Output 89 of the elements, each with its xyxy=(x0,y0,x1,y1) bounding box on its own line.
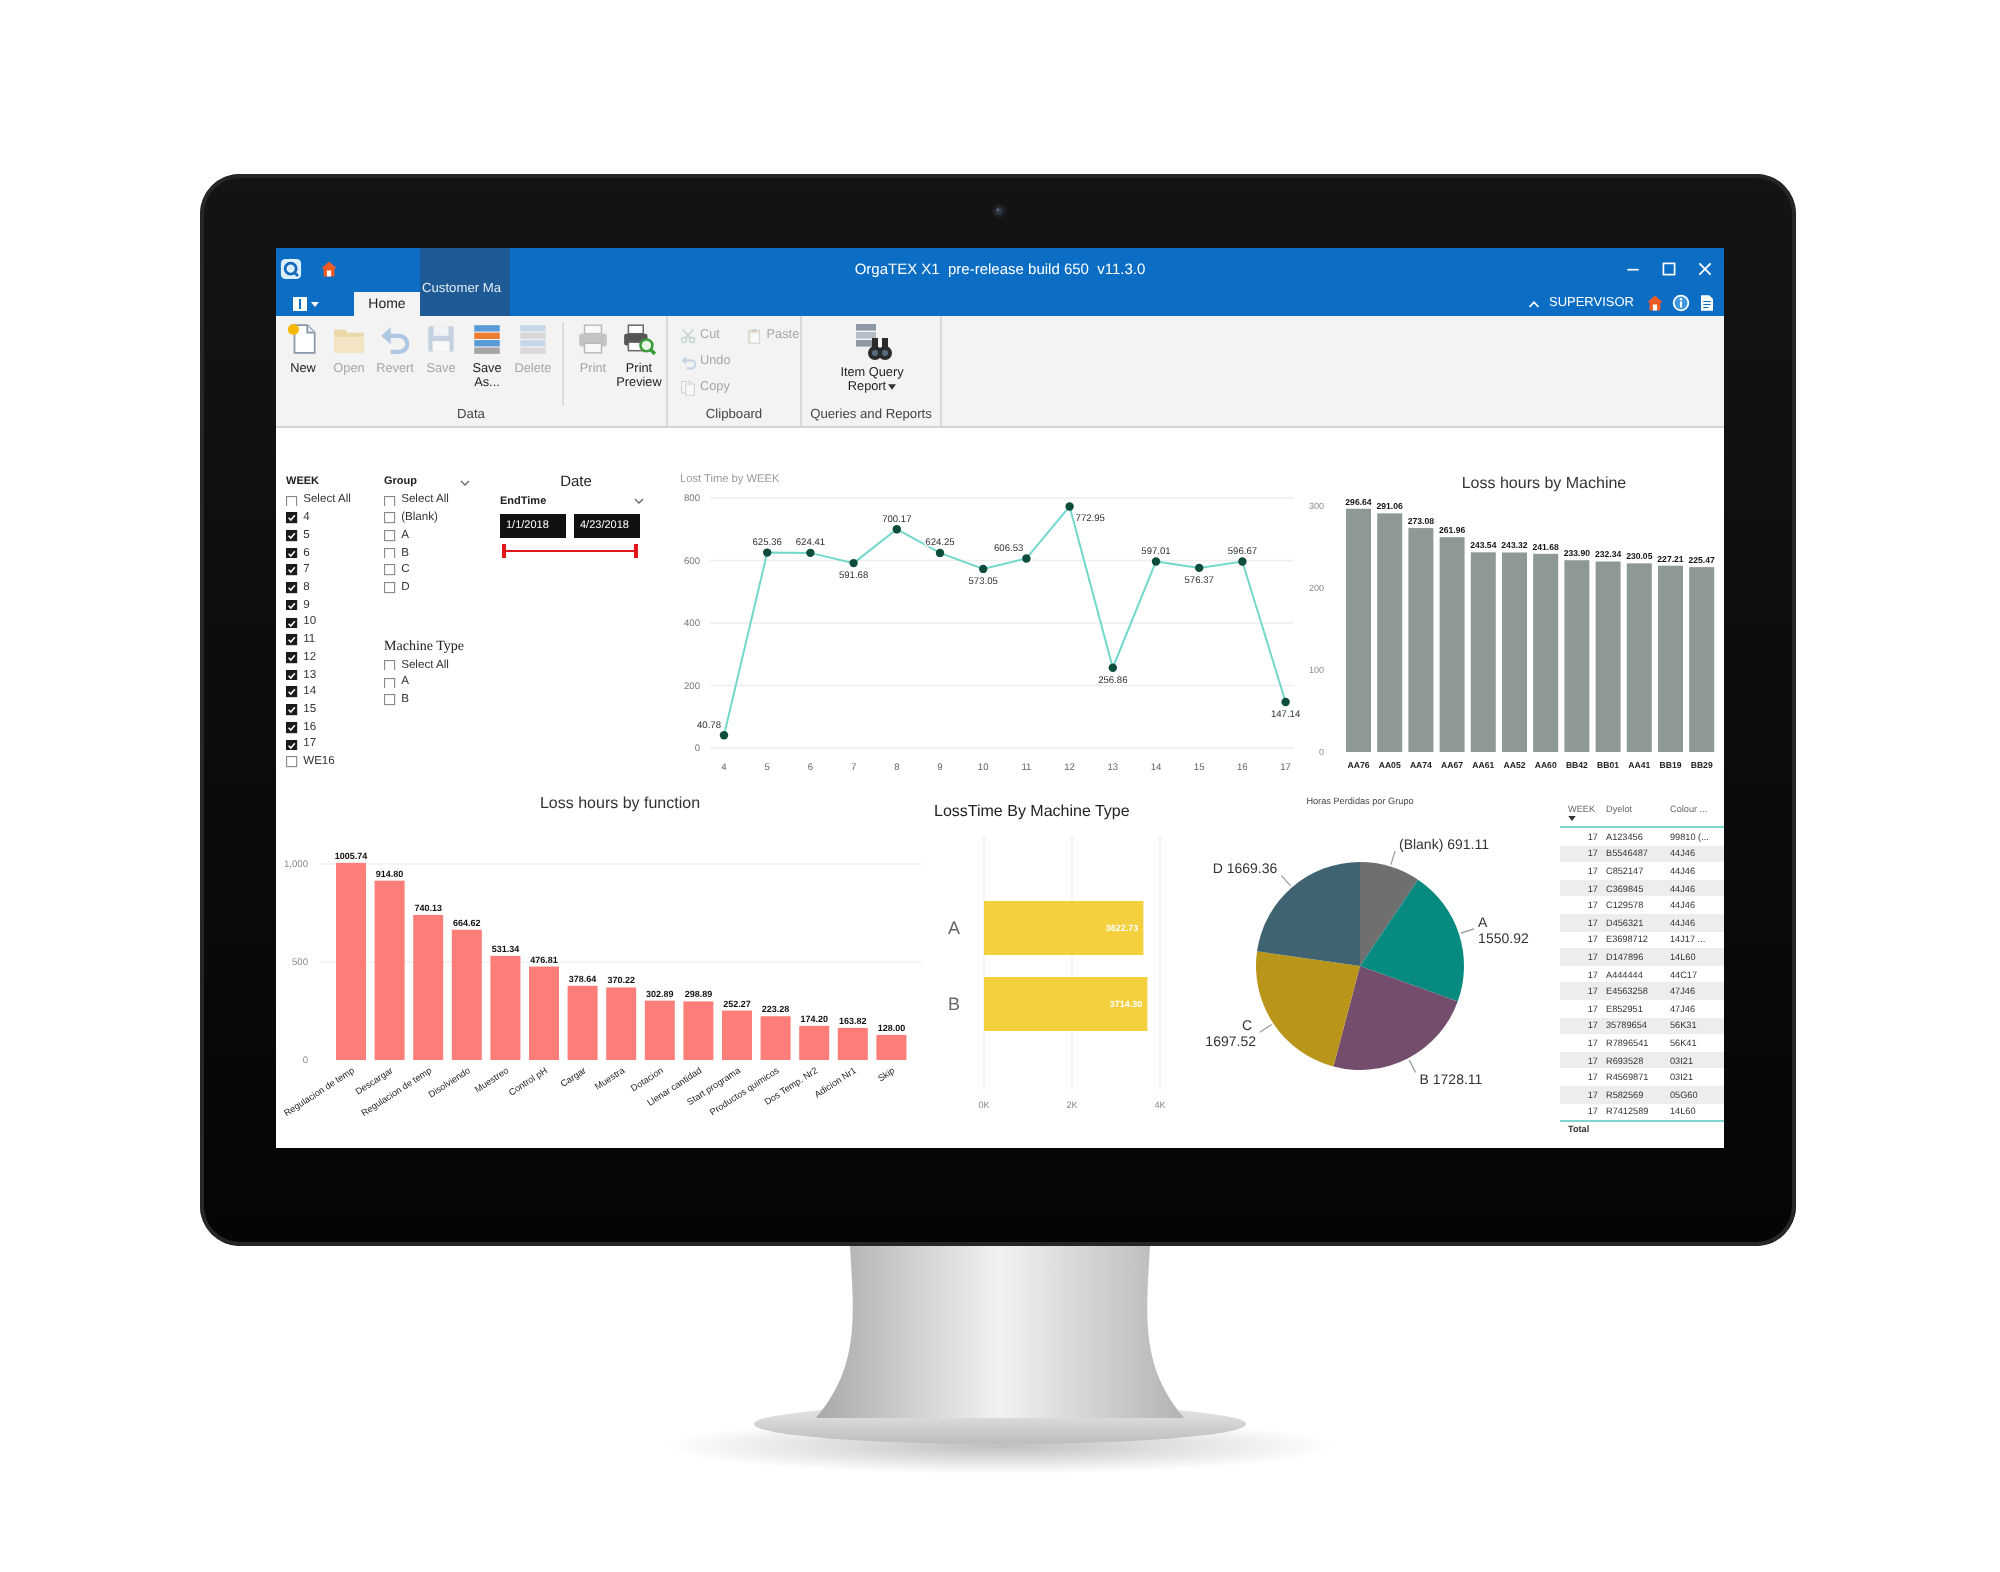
checkbox[interactable] xyxy=(286,634,298,646)
slider-handle[interactable] xyxy=(634,544,638,558)
checkbox[interactable] xyxy=(384,547,396,559)
maximize-icon[interactable] xyxy=(1662,262,1676,276)
clipboard-icon xyxy=(746,327,763,343)
bar xyxy=(722,1010,752,1060)
bar xyxy=(567,985,598,1060)
checkbox[interactable] xyxy=(286,547,298,559)
checkbox[interactable] xyxy=(384,582,396,594)
app-logo-icon[interactable] xyxy=(280,258,302,280)
home-icon[interactable] xyxy=(1646,294,1664,312)
chevron-down-icon[interactable] xyxy=(634,498,644,504)
printer-magnifier-icon xyxy=(622,322,656,356)
data-point xyxy=(719,731,729,740)
checkbox[interactable] xyxy=(286,669,298,681)
stacked-records-icon xyxy=(470,322,504,356)
checkbox[interactable] xyxy=(286,530,298,542)
chart-title: LossTime By Machine Type xyxy=(934,802,1130,820)
data-point xyxy=(1195,563,1204,573)
document-icon xyxy=(286,322,320,356)
close-icon[interactable] xyxy=(1698,262,1712,276)
checkbox[interactable] xyxy=(384,694,396,706)
checkbox[interactable] xyxy=(286,617,298,629)
leader-line xyxy=(1460,928,1475,934)
chart-title: Loss hours by function xyxy=(539,794,701,812)
checkbox[interactable] xyxy=(286,564,298,577)
data-point xyxy=(1151,557,1161,566)
chart-title: Loss hours by Machine xyxy=(1461,474,1627,492)
checkbox[interactable] xyxy=(286,686,298,699)
data-point xyxy=(849,558,858,568)
leader-line xyxy=(1390,850,1396,866)
data-point xyxy=(763,548,772,557)
data-point xyxy=(1281,697,1290,707)
checkbox[interactable] xyxy=(384,512,396,524)
chevron-down-icon[interactable] xyxy=(460,479,470,485)
checkbox[interactable] xyxy=(286,582,298,594)
bar xyxy=(606,987,637,1060)
caret-down-icon xyxy=(888,384,897,391)
checkbox[interactable] xyxy=(384,564,396,577)
stacked-records-icon xyxy=(516,322,550,356)
checkbox[interactable] xyxy=(286,652,298,664)
bar xyxy=(451,929,482,1060)
axis-label: B xyxy=(948,994,960,1015)
data-point xyxy=(1108,663,1117,672)
checkbox[interactable] xyxy=(384,530,396,542)
data-point xyxy=(1022,554,1031,563)
sort-caret-icon xyxy=(1568,816,1576,821)
checkbox[interactable] xyxy=(286,512,298,524)
data-point xyxy=(1238,557,1247,566)
checkbox[interactable] xyxy=(286,599,298,611)
bar xyxy=(876,1034,907,1060)
scissors-icon xyxy=(680,327,696,343)
home-icon[interactable] xyxy=(320,260,338,278)
data-point xyxy=(1065,502,1074,511)
data-point xyxy=(979,564,988,574)
bar xyxy=(760,1016,791,1060)
data-point xyxy=(892,525,901,534)
checkbox[interactable] xyxy=(286,756,298,768)
printer-icon xyxy=(576,322,610,356)
slider-handle[interactable] xyxy=(502,544,506,558)
checkbox[interactable] xyxy=(286,721,298,733)
data-point xyxy=(806,548,815,558)
server-binoculars-icon xyxy=(850,322,894,360)
bar xyxy=(837,1027,868,1060)
checkbox[interactable] xyxy=(286,495,298,507)
bar xyxy=(644,1000,675,1060)
checkbox[interactable] xyxy=(384,495,396,507)
leader-line xyxy=(1259,1024,1273,1033)
curved-arrow-icon xyxy=(378,322,412,356)
axis-label: A xyxy=(948,918,960,939)
checkbox[interactable] xyxy=(384,659,396,671)
date-range-slider[interactable] xyxy=(502,544,638,558)
bar xyxy=(490,955,521,1060)
undo-arrow-icon xyxy=(680,353,696,369)
leader-line xyxy=(1280,874,1292,887)
panel-dropdown-icon[interactable] xyxy=(292,296,320,312)
bar xyxy=(799,1025,830,1060)
data-point xyxy=(935,548,945,558)
caret-up-icon[interactable] xyxy=(1528,299,1541,307)
checkbox[interactable] xyxy=(384,677,396,689)
info-icon[interactable] xyxy=(1672,294,1690,312)
copy-icon xyxy=(680,379,696,395)
checkbox[interactable] xyxy=(286,739,298,751)
webcam-icon xyxy=(991,204,1005,218)
bar xyxy=(529,966,559,1060)
bar xyxy=(683,1001,714,1060)
leader-line xyxy=(1408,1059,1417,1073)
checkbox[interactable] xyxy=(286,704,298,716)
document-icon[interactable] xyxy=(1698,294,1716,312)
